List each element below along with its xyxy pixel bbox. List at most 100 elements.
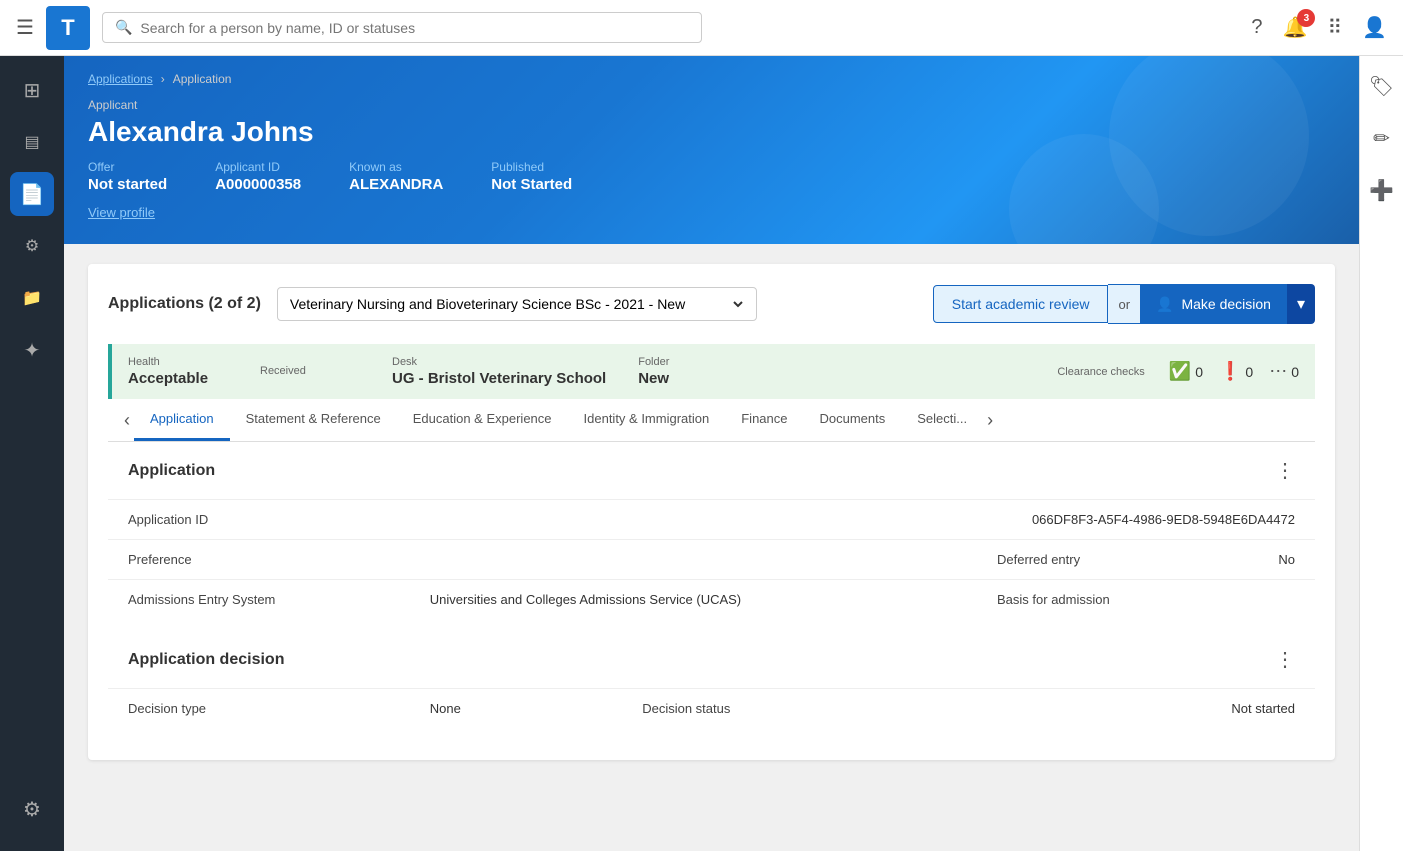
tab-next-button[interactable]: › [983, 410, 997, 431]
folder-value: New [638, 370, 738, 387]
decision-type-value: None [410, 689, 622, 728]
start-academic-review-button[interactable]: Start academic review [933, 285, 1109, 323]
received-group: Received [260, 365, 360, 379]
known-as-value: ALEXANDRA [349, 176, 443, 193]
warning-icon: ❗ [1219, 361, 1241, 382]
nav-icons: ? 🔔 3 ⠿ 👤 [1251, 15, 1387, 40]
sidebar-item-grid[interactable]: ⊞ [10, 68, 54, 112]
view-profile-link[interactable]: View profile [88, 205, 155, 220]
desk-label: Desk [392, 356, 606, 368]
application-table: Application ID 066DF8F3-A5F4-4986-9ED8-5… [108, 500, 1315, 619]
decision-section-title: Application decision [128, 651, 284, 669]
hamburger-icon[interactable]: ☰ [16, 15, 34, 40]
application-id-label: Application ID [108, 500, 410, 540]
right-panel: 🏷 ✏ ➕ [1359, 56, 1403, 851]
sidebar-item-person[interactable]: ✦ [10, 328, 54, 372]
header-meta: Offer Not started Applicant ID A00000035… [88, 160, 1335, 193]
sidebar-item-document[interactable]: 📄 [10, 172, 54, 216]
applicant-name: Alexandra Johns [88, 116, 1335, 148]
folder-group: Folder New [638, 356, 738, 387]
preference-label: Preference [108, 540, 410, 580]
decision-section-header: Application decision ⋮ [108, 631, 1315, 689]
logo: T [46, 6, 90, 50]
applicant-label: Applicant [88, 98, 1335, 112]
clearance-warn-count: 0 [1245, 364, 1253, 380]
tab-prev-button[interactable]: ‹ [120, 410, 134, 431]
admissions-label: Admissions Entry System [108, 580, 410, 620]
notification-icon[interactable]: 🔔 3 [1283, 15, 1308, 40]
content-area: Applications › Application Applicant Ale… [64, 56, 1359, 851]
tab-finance[interactable]: Finance [725, 399, 803, 441]
table-row: Preference Deferred entry No [108, 540, 1315, 580]
applicant-id-value: A000000358 [215, 176, 301, 193]
sidebar-item-filter[interactable]: ⚙ [10, 224, 54, 268]
clearance-items: ✅ 0 ❗ 0 ⋯ 0 [1169, 361, 1299, 382]
offer-value: Not started [88, 176, 167, 193]
desk-value: UG - Bristol Veterinary School [392, 370, 606, 387]
notification-badge: 3 [1297, 9, 1315, 27]
application-select[interactable]: Veterinary Nursing and Bioveterinary Sci… [277, 287, 757, 321]
tab-documents[interactable]: Documents [803, 399, 901, 441]
deferred-entry-label: Deferred entry [977, 540, 1224, 580]
health-group: Health Acceptable [128, 356, 228, 387]
edit-icon[interactable]: ✏ [1364, 120, 1400, 156]
decision-type-label: Decision type [108, 689, 410, 728]
make-decision-icon: 👤 [1156, 296, 1173, 313]
table-row: Admissions Entry System Universities and… [108, 580, 1315, 620]
page-content: Applications (2 of 2) Veterinary Nursing… [64, 244, 1359, 851]
received-label: Received [260, 365, 360, 377]
top-nav: ☰ T 🔍 ? 🔔 3 ⠿ 👤 [0, 0, 1403, 56]
help-icon[interactable]: ? [1251, 16, 1262, 39]
tab-selecti[interactable]: Selecti... [901, 399, 983, 441]
sidebar-item-settings[interactable]: ⚙ [10, 787, 54, 831]
status-bar: Health Acceptable Received Desk UG - Bri… [108, 344, 1315, 399]
sidebar-item-upload[interactable]: 📁 [10, 276, 54, 320]
known-as-group: Known as ALEXANDRA [349, 160, 443, 193]
sidebar: ⊞ ▤ 📄 ⚙ 📁 ✦ ⚙ [0, 56, 64, 851]
clearance-check-count: 0 [1195, 364, 1203, 380]
basis-value [1224, 580, 1315, 620]
or-label: or [1108, 284, 1140, 324]
more-icon: ⋯ [1269, 361, 1287, 382]
deferred-entry-value: No [1224, 540, 1315, 580]
decision-section-menu[interactable]: ⋮ [1275, 647, 1295, 672]
desk-group: Desk UG - Bristol Veterinary School [392, 356, 606, 387]
published-group: Published Not Started [491, 160, 572, 193]
clearance-more: ⋯ 0 [1269, 361, 1299, 382]
actions-group: Start academic review or 👤 Make decision… [933, 284, 1315, 324]
search-input[interactable] [140, 20, 689, 36]
admissions-value: Universities and Colleges Admissions Ser… [410, 580, 977, 620]
make-decision-label: Make decision [1181, 296, 1271, 312]
preference-value [410, 540, 977, 580]
search-icon: 🔍 [115, 19, 132, 36]
basis-label: Basis for admission [977, 580, 1224, 620]
settings-icon: ⚙ [23, 797, 41, 822]
clearance-label: Clearance checks [1057, 366, 1144, 378]
clearance-check: ✅ 0 [1169, 361, 1203, 382]
check-circle-icon: ✅ [1169, 361, 1191, 382]
make-decision-button[interactable]: 👤 Make decision [1140, 284, 1287, 324]
table-row: Decision type None Decision status Not s… [108, 689, 1315, 728]
tab-statement[interactable]: Statement & Reference [230, 399, 397, 441]
tab-education[interactable]: Education & Experience [397, 399, 568, 441]
applications-card: Applications (2 of 2) Veterinary Nursing… [88, 264, 1335, 760]
make-decision-chevron[interactable]: ▾ [1287, 284, 1315, 324]
application-section: Application ⋮ Application ID 066DF8F3-A5… [108, 442, 1315, 619]
account-icon[interactable]: 👤 [1362, 15, 1387, 40]
tab-application[interactable]: Application [134, 399, 230, 441]
health-label: Health [128, 356, 228, 368]
breadcrumb-applications-link[interactable]: Applications [88, 72, 153, 86]
applications-header: Applications (2 of 2) Veterinary Nursing… [108, 284, 1315, 324]
tab-identity[interactable]: Identity & Immigration [568, 399, 726, 441]
tag-icon[interactable]: 🏷 [1364, 68, 1400, 104]
header-banner: Applications › Application Applicant Ale… [64, 56, 1359, 244]
apps-icon[interactable]: ⠿ [1327, 15, 1342, 40]
sidebar-item-template[interactable]: ▤ [10, 120, 54, 164]
decision-status-label: Decision status [622, 689, 1005, 728]
main-layout: ⊞ ▤ 📄 ⚙ 📁 ✦ ⚙ Applications › Application… [0, 56, 1403, 851]
known-as-label: Known as [349, 160, 443, 174]
offer-label: Offer [88, 160, 167, 174]
application-section-menu[interactable]: ⋮ [1275, 458, 1295, 483]
add-icon[interactable]: ➕ [1364, 172, 1400, 208]
decision-section: Application decision ⋮ Decision type Non… [108, 631, 1315, 728]
